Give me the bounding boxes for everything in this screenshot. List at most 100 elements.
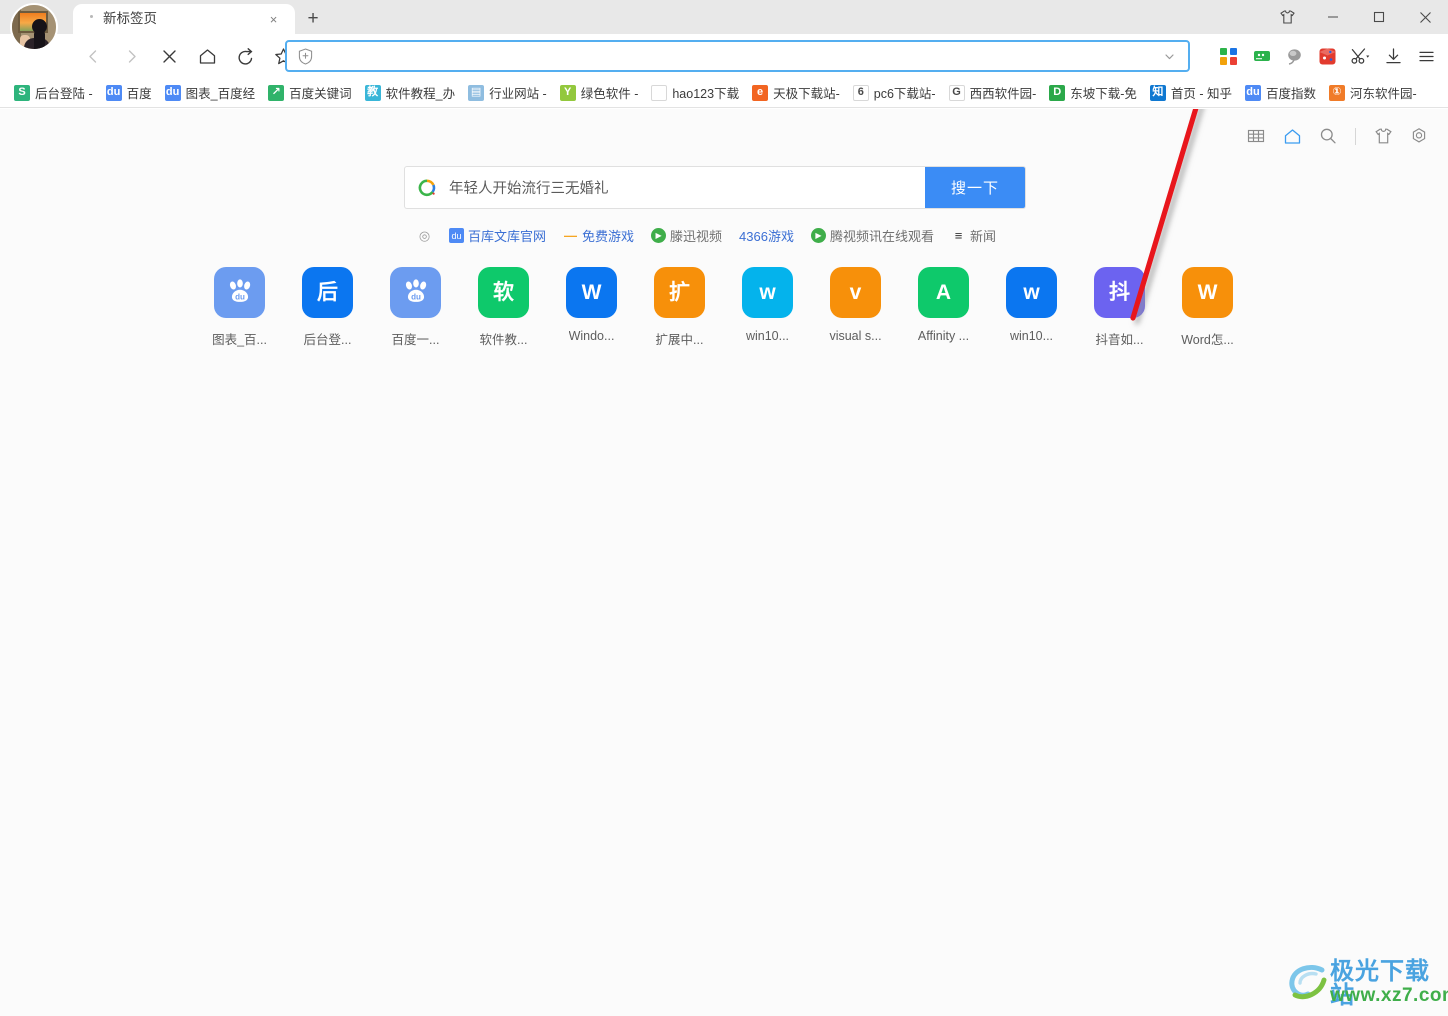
bookmark-favicon: du — [164, 84, 181, 101]
bookmark-item[interactable]: du 百度指数 — [1239, 81, 1322, 105]
shortcut-tile-label: visual s... — [829, 329, 882, 343]
back-button[interactable] — [76, 39, 110, 73]
hot-link-label: 腾视频讯在线观看 — [829, 229, 934, 244]
title-bar: 新标签页 × + — [0, 0, 1448, 51]
ms-apps-grid-icon[interactable] — [1213, 41, 1244, 72]
search-button[interactable]: 搜一下 — [925, 167, 1025, 208]
shortcut-tile[interactable]: A Affinity ... — [906, 267, 981, 348]
address-bar[interactable] — [285, 40, 1190, 72]
shortcut-tile[interactable]: 抖抖音如... — [1082, 267, 1157, 348]
bookmark-item[interactable]: 教软件教程_办 — [359, 81, 461, 105]
bookmark-favicon: e — [752, 84, 769, 101]
skin-icon[interactable] — [1368, 121, 1398, 151]
bookmark-item[interactable]: du 百度 — [100, 81, 158, 105]
shortcut-tile[interactable]: du 百度一... — [378, 267, 453, 348]
bookmark-label: 百度 — [126, 87, 152, 101]
bookmark-item[interactable]: G 西西软件园- — [943, 81, 1043, 105]
news-icon: ≡ — [954, 228, 963, 243]
toolbar-divider — [1355, 127, 1356, 145]
chevron-down-icon[interactable] — [1163, 50, 1176, 63]
tab-title: 新标签页 — [103, 11, 157, 26]
shortcut-tile-label: Word怎... — [1181, 333, 1234, 347]
minimize-button[interactable] — [1310, 0, 1356, 34]
close-tab-icon[interactable]: × — [266, 12, 281, 27]
bookmark-favicon — [651, 84, 668, 101]
shortcut-tile-label: win10... — [1009, 329, 1054, 343]
refresh-icon[interactable] — [228, 39, 262, 73]
shortcut-tile-label: 后台登... — [303, 333, 352, 347]
bookmark-item[interactable]: e 天极下载站- — [746, 81, 846, 105]
shortcut-tile[interactable]: du 图表_百... — [202, 267, 277, 348]
shortcut-tile[interactable]: w win10... — [994, 267, 1069, 348]
stop-loading-icon[interactable] — [152, 39, 186, 73]
bookmark-label: 软件教程_办 — [385, 87, 456, 101]
wechat-icon[interactable] — [1246, 41, 1277, 72]
hot-link[interactable]: ▶ 腾视频讯在线观看 — [805, 224, 940, 247]
search-input[interactable]: 年轻人开始流行三无婚礼 — [449, 167, 925, 208]
search-bar[interactable]: 年轻人开始流行三无婚礼 搜一下 — [405, 167, 1025, 208]
window-controls — [1264, 0, 1448, 34]
bookmark-item[interactable]: du 图表_百度经 — [159, 81, 261, 105]
tile-glyph: A — [918, 267, 969, 318]
user-avatar[interactable] — [10, 3, 58, 51]
mouse-gesture-icon[interactable] — [1279, 41, 1310, 72]
grid-apps-icon[interactable] — [1241, 121, 1271, 151]
tile-glyph: w — [1006, 267, 1057, 318]
browser-window: 新标签页 × + S 后台登陆 - du 百度 du 图表_百度经 ↗ 百度关键… — [0, 0, 1448, 1016]
baidu-paw-icon: du — [214, 267, 265, 318]
bookmark-favicon: 知 — [1149, 84, 1166, 101]
shortcut-tile[interactable]: W Windo... — [554, 267, 629, 348]
bookmark-item[interactable]: D 东坡下载-免 — [1043, 81, 1143, 105]
new-tab-button[interactable]: + — [300, 7, 326, 31]
bookmark-item[interactable]: 知首页 - 知乎 — [1144, 81, 1238, 105]
menu-icon[interactable] — [1411, 41, 1442, 72]
hot-link[interactable]: du 百库文库官网 — [443, 224, 552, 247]
bookmark-item[interactable]: ① 河东软件园- — [1323, 81, 1423, 105]
tile-glyph: 后 — [302, 267, 353, 318]
shortcut-tile[interactable]: 软软件教... — [466, 267, 541, 348]
shortcut-tile[interactable]: 后后台登... — [290, 267, 365, 348]
shortcut-tile[interactable]: w win10... — [730, 267, 805, 348]
shortcut-tile-label: 扩展中... — [655, 333, 704, 347]
screenshot-scissors-icon[interactable] — [1345, 41, 1376, 72]
shortcut-tiles: du 图表_百... 后后台登... du 百度一... 软软件教... W Windo...… — [202, 267, 1254, 348]
bookmark-favicon: G — [948, 84, 965, 101]
bookmarks-bar: S 后台登陆 - du 百度 du 图表_百度经 ↗ 百度关键词教软件教程_办 ▤ 行业网站 - Y… — [0, 78, 1448, 108]
shortcut-tile[interactable]: 扩扩展中... — [642, 267, 717, 348]
hot-link[interactable]: — 免费游戏 — [557, 224, 640, 247]
forward-button[interactable] — [114, 39, 148, 73]
shortcut-tile[interactable]: W Word怎... — [1170, 267, 1245, 348]
bookmark-item[interactable]: ▤ 行业网站 - — [462, 81, 553, 105]
shortcut-tile[interactable]: v visual s... — [818, 267, 893, 348]
dice-icon[interactable] — [1312, 41, 1343, 72]
bookmark-item[interactable]: 6 pc6下载站- — [847, 81, 942, 105]
hot-link[interactable]: ◎ — [411, 226, 438, 245]
bookmark-favicon: 6 — [852, 84, 869, 101]
tab-new-tab-page[interactable]: 新标签页 × — [73, 4, 295, 34]
new-tab-page: 年轻人开始流行三无婚礼 搜一下 ◎ du 百库文库官网 — 免费游戏 ▶ 滕迅视频 4366游… — [0, 109, 1448, 1016]
hot-link[interactable]: ▶ 滕迅视频 — [645, 224, 728, 247]
hot-link[interactable]: 4366游戏 — [733, 224, 800, 247]
hot-link-label: 百库文库官网 — [468, 229, 547, 244]
security-shield-icon — [298, 47, 313, 65]
maximize-button[interactable] — [1356, 0, 1402, 34]
tile-glyph: 扩 — [654, 267, 705, 318]
bookmark-item[interactable]: Y 绿色软件 - — [554, 81, 645, 105]
download-icon[interactable] — [1378, 41, 1409, 72]
bookmark-item[interactable]: ↗ 百度关键词 — [262, 81, 358, 105]
play-icon: ▶ — [810, 228, 826, 243]
skin-tshirt-icon[interactable] — [1264, 0, 1310, 34]
tile-glyph: W — [1182, 267, 1233, 318]
settings-icon[interactable] — [1404, 121, 1434, 151]
bookmark-label: 首页 - 知乎 — [1170, 87, 1233, 101]
bookmark-label: 行业网站 - — [489, 87, 547, 101]
home-icon[interactable] — [190, 39, 224, 73]
bookmark-item[interactable]: hao123下载 — [645, 81, 745, 105]
search-icon[interactable] — [1313, 121, 1343, 151]
close-button[interactable] — [1402, 0, 1448, 34]
hot-link[interactable]: ≡ 新闻 — [945, 224, 1002, 247]
baidu-paw-icon: du — [390, 267, 441, 318]
watermark: 极光下载站 www.xz7.com — [1286, 958, 1448, 1010]
home-icon[interactable] — [1277, 121, 1307, 151]
bookmark-item[interactable]: S 后台登陆 - — [8, 81, 99, 105]
